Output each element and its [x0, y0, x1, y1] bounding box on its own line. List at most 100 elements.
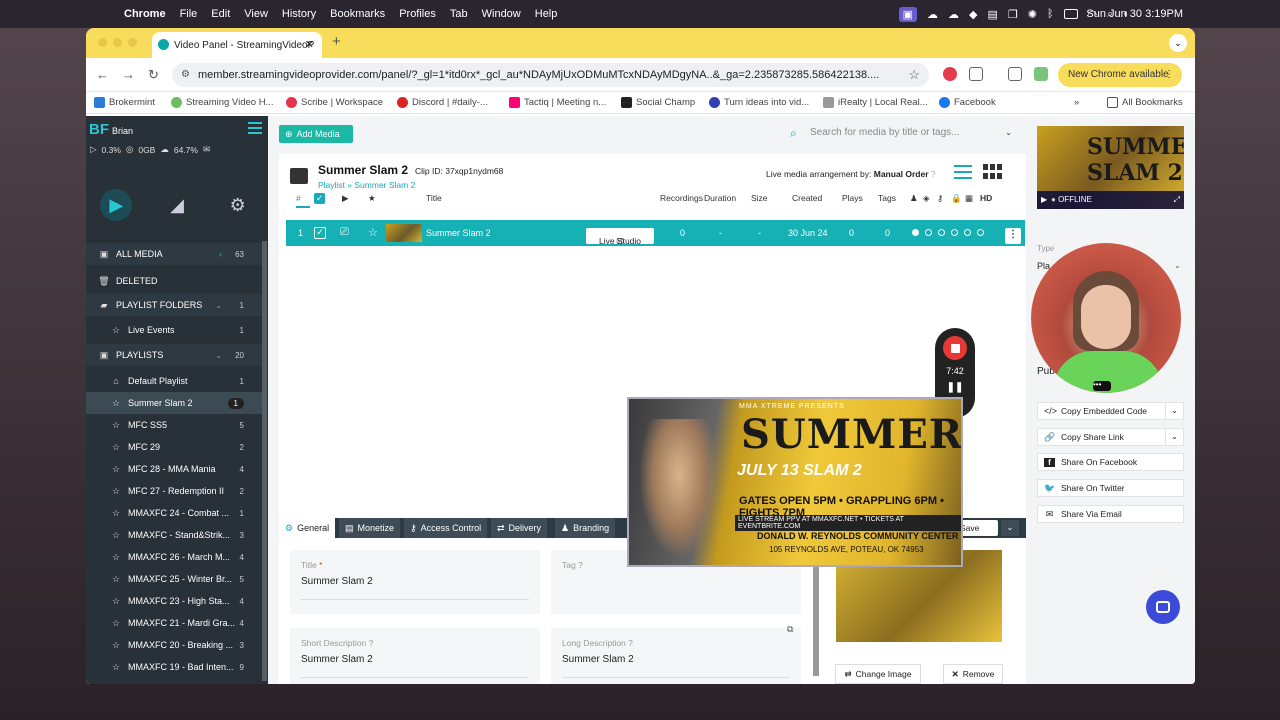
sidebar-item-mfc-27[interactable]: ☆ MFC 27 - Redemption II 2 — [86, 480, 262, 502]
side-panel-icon[interactable] — [1008, 67, 1022, 81]
hamburger-menu-icon[interactable] — [248, 122, 262, 134]
tab-general[interactable]: ⚙ General — [279, 518, 336, 538]
title-field[interactable]: Title * Summer Slam 2 — [290, 550, 540, 614]
menu-bookmarks[interactable]: Bookmarks — [330, 8, 385, 20]
new-tab-button[interactable]: + — [332, 33, 341, 50]
bookmark-turn-ideas[interactable]: Turn ideas into vid... — [709, 97, 809, 108]
sidebar-item-live-events[interactable]: ☆ Live Events 1 — [86, 319, 262, 341]
battery-icon[interactable] — [1063, 9, 1078, 19]
sidebar-scrollbar[interactable] — [262, 241, 267, 681]
sidebar-item-mmaxfc-24[interactable]: ☆ MMAXFC 24 - Combat ... 1 — [86, 502, 262, 524]
pause-recording-button[interactable]: ❚❚ — [935, 382, 975, 393]
tab-search-button[interactable]: ⌄ — [1169, 34, 1187, 52]
video-preview-player[interactable]: SUMMER SLAM 2 ▶ ● OFFLINE ⤢ — [1037, 126, 1184, 209]
reload-icon[interactable]: ↻ — [148, 67, 159, 83]
tab-access-control[interactable]: ⚷ Access Control — [404, 518, 488, 538]
settings-section-button[interactable]: ⚙ — [207, 174, 268, 236]
expand-icon[interactable]: ⧉ — [787, 624, 793, 635]
copy-embedded-code-button[interactable]: </> Copy Embedded Code ⌄ — [1037, 402, 1184, 420]
play-icon[interactable]: ▶ — [1041, 191, 1047, 209]
save-options-chevron-icon[interactable]: ⌄ — [1001, 520, 1019, 536]
select-all-checkbox[interactable]: ✓ — [314, 193, 325, 204]
media-search-input[interactable]: ⌕ Search for media by title or tags... ⌄ — [790, 125, 1012, 141]
sidebar-playlists[interactable]: ▣ PLAYLISTS ⌄ 20 — [86, 344, 262, 366]
share-twitter-button[interactable]: 🐦 Share On Twitter — [1037, 479, 1184, 497]
menu-profiles[interactable]: Profiles — [399, 8, 436, 20]
sidebar-item-mfc-28[interactable]: ☆ MFC 28 - MMA Mania 4 — [86, 458, 262, 480]
tab-delivery[interactable]: ⇄ Delivery — [491, 518, 548, 538]
sidebar-item-mmaxfc-23[interactable]: ☆ MMAXFC 23 - High Sta... 4 — [86, 590, 262, 612]
sidebar-item-summer-slam-2[interactable]: ☆ Summer Slam 2 1 — [86, 392, 262, 414]
tab-branding[interactable]: ♟ Branding — [555, 518, 616, 538]
dropbox-icon[interactable]: ◆ — [969, 8, 977, 21]
chevron-down-icon[interactable]: ⌄ — [215, 301, 222, 310]
close-tab-icon[interactable]: ✕ — [305, 38, 314, 51]
mail-icon[interactable]: ✉ — [203, 144, 210, 155]
sidebar-item-mmaxfc-25[interactable]: ☆ MMAXFC 25 - Winter Br... 5 — [86, 568, 262, 590]
bookmark-streaming-video[interactable]: Streaming Video H... — [171, 97, 273, 108]
col-duration[interactable]: Duration — [704, 193, 736, 203]
help-icon[interactable]: ? — [931, 169, 936, 179]
chevron-down-icon[interactable]: ⌄ — [1165, 429, 1183, 445]
menu-edit[interactable]: Edit — [211, 8, 230, 20]
share-facebook-button[interactable]: f Share On Facebook — [1037, 453, 1184, 471]
bookmark-social-champ[interactable]: Social Champ — [621, 97, 695, 108]
sidebar-item-mfc-ss5[interactable]: ☆ MFC SS5 5 — [86, 414, 262, 436]
bookmark-tactiq[interactable]: Tactiq | Meeting n... — [509, 97, 606, 108]
sidebar-item-mmaxfc-stand-strike[interactable]: ☆ MMAXFC - Stand&Strik... 3 — [86, 524, 262, 546]
sidebar-item-mmaxfc-26[interactable]: ☆ MMAXFC 26 - March M... 4 — [86, 546, 262, 568]
bookmark-scribe[interactable]: Scribe | Workspace — [286, 97, 383, 108]
help-icon[interactable]: ? — [628, 638, 633, 648]
chevron-down-icon[interactable]: ⌄ — [1174, 261, 1181, 270]
sidebar-deleted[interactable]: 🗑 DELETED — [86, 270, 262, 292]
breadcrumb-current[interactable]: Summer Slam 2 — [354, 180, 415, 190]
browser-tab[interactable]: Video Panel - StreamingVideoP ✕ — [152, 32, 322, 58]
menu-window[interactable]: Window — [482, 8, 521, 20]
row-title[interactable]: Summer Slam 2 — [426, 228, 491, 238]
menu-view[interactable]: View — [244, 8, 268, 20]
col-plays[interactable]: Plays — [842, 193, 863, 203]
address-bar[interactable]: ⚙ member.streamingvideoprovider.com/pane… — [172, 63, 929, 87]
all-bookmarks[interactable]: All Bookmarks — [1107, 97, 1183, 108]
bookmark-star-icon[interactable]: ☆ — [908, 63, 920, 87]
col-recordings[interactable]: Recordings — [660, 193, 703, 203]
add-media-button[interactable]: ⊕ Add Media — [279, 125, 353, 143]
user-initials[interactable]: BF — [89, 121, 109, 138]
menu-file[interactable]: File — [180, 8, 198, 20]
menubar-clock[interactable]: Sun Jun 30 3:19PM — [1086, 8, 1183, 20]
row-checkbox[interactable]: ✓ — [314, 227, 326, 239]
remove-image-button[interactable]: ✕ Remove — [943, 664, 1003, 684]
menu-history[interactable]: History — [282, 8, 316, 20]
bookmark-brokermint[interactable]: Brokermint — [94, 97, 155, 108]
forward-icon[interactable]: → — [122, 67, 135, 82]
new-chrome-available-button[interactable]: New Chrome available ⋮ — [1058, 63, 1182, 87]
chat-support-button[interactable] — [1146, 590, 1180, 624]
share-email-button[interactable]: ✉ Share Via Email — [1037, 505, 1184, 523]
analytics-section-button[interactable]: ◢ — [147, 174, 208, 236]
table-row[interactable]: 1 ✓ ⎚ ☆ Summer Slam 2 ⎚ Live Studio 0 - -… — [286, 220, 1025, 246]
video-thumbnail[interactable] — [386, 224, 422, 242]
fullscreen-icon[interactable]: ⤢ — [1174, 191, 1180, 209]
clipboard-icon[interactable]: ▤ — [987, 8, 997, 21]
copy-share-link-button[interactable]: 🔗 Copy Share Link ⌄ — [1037, 428, 1184, 446]
sidebar-playlist-folders[interactable]: ▰ PLAYLIST FOLDERS ⌄ 1 — [86, 294, 262, 316]
col-tags[interactable]: Tags — [878, 193, 896, 203]
menu-tab[interactable]: Tab — [450, 8, 468, 20]
cloud-icon-2[interactable]: ☁ — [948, 8, 959, 21]
extension-puzzle-icon[interactable] — [969, 67, 983, 81]
tab-monetize[interactable]: ▤ Monetize — [339, 518, 401, 538]
zoom-window-button[interactable] — [128, 38, 137, 47]
extension-icon-1[interactable] — [943, 67, 957, 81]
stop-recording-button[interactable] — [943, 336, 967, 360]
cloud-icon[interactable]: ☁ — [927, 8, 938, 21]
menu-help[interactable]: Help — [535, 8, 558, 20]
short-description-input[interactable]: Summer Slam 2 — [301, 654, 373, 665]
back-icon[interactable]: ← — [96, 67, 109, 82]
arrangement-value[interactable]: Manual Order — [874, 169, 929, 179]
live-studio-button[interactable]: ⎚ Live Studio — [586, 228, 654, 246]
row-more-icon[interactable]: ⋮ — [1005, 228, 1021, 244]
sidebar-all-media[interactable]: ▣ ALL MEDIA ‹ 63 — [86, 243, 262, 265]
grid-view-icon[interactable] — [983, 164, 1003, 180]
col-title[interactable]: Title — [426, 193, 442, 203]
site-info-icon[interactable]: ⚙ — [181, 63, 190, 87]
